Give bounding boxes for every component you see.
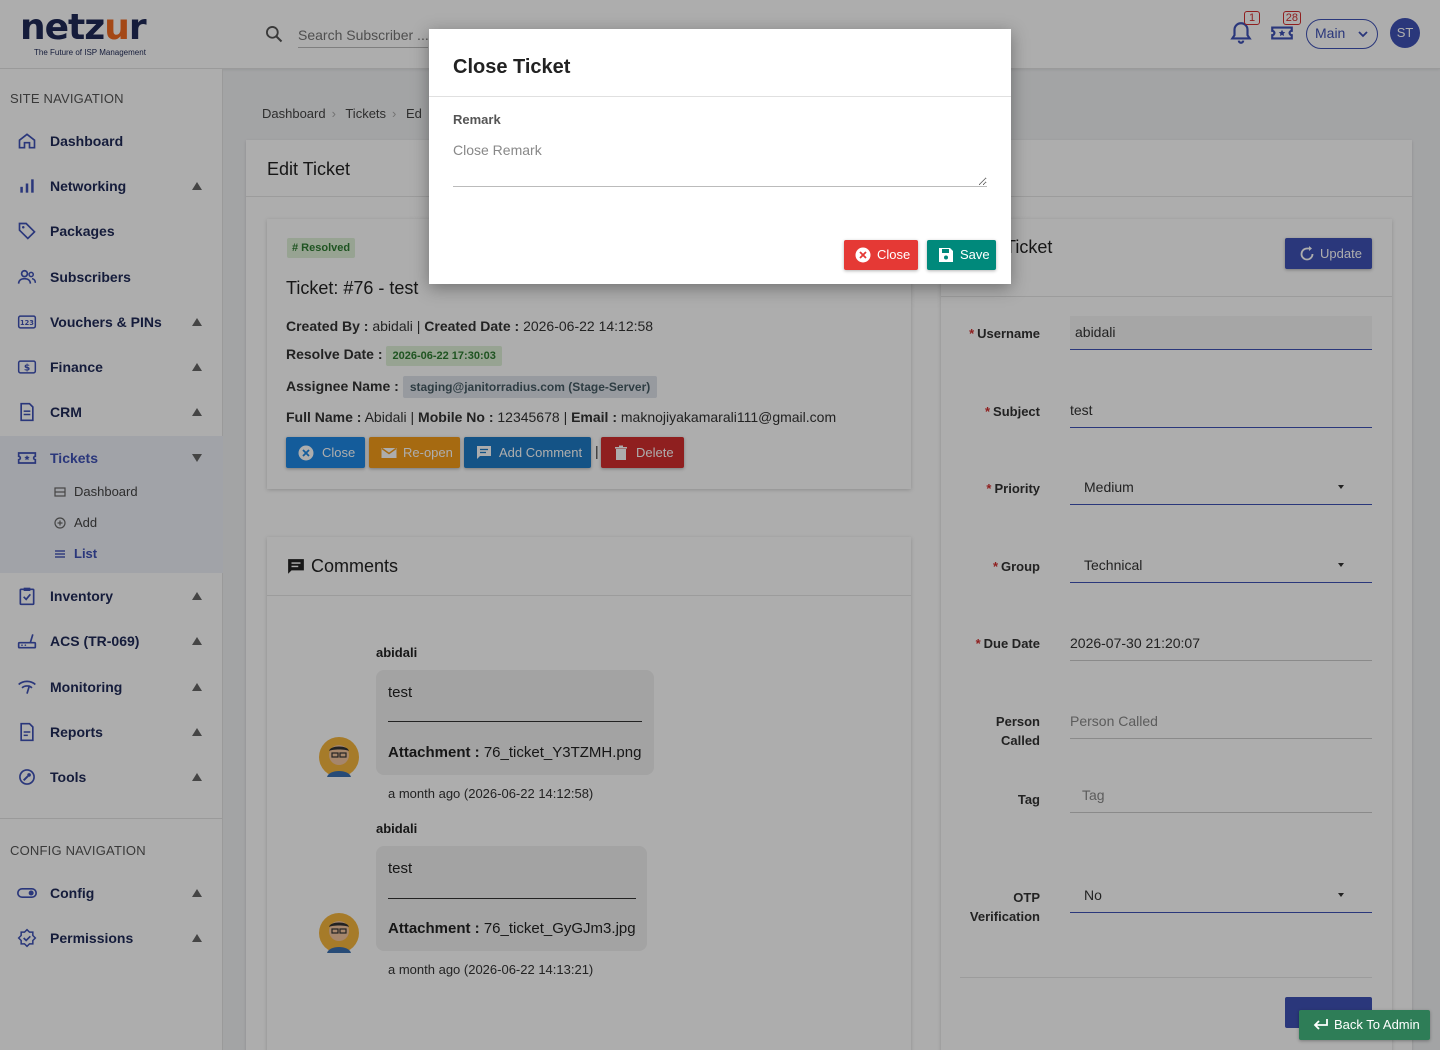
- back-arrow-icon: [1313, 1019, 1328, 1030]
- remark-label: Remark: [453, 112, 501, 127]
- back-to-admin-button[interactable]: Back To Admin: [1299, 1010, 1430, 1040]
- save-icon: [939, 248, 953, 262]
- modal-save-button[interactable]: Save: [927, 240, 996, 270]
- modal-title: Close Ticket: [453, 56, 571, 78]
- close-ticket-modal: Close Ticket Remark Close Save: [429, 29, 1011, 284]
- modal-close-button[interactable]: Close: [844, 240, 918, 270]
- modal-divider: [429, 96, 1011, 97]
- close-circle-icon: [855, 247, 871, 263]
- remark-textarea[interactable]: [453, 135, 987, 187]
